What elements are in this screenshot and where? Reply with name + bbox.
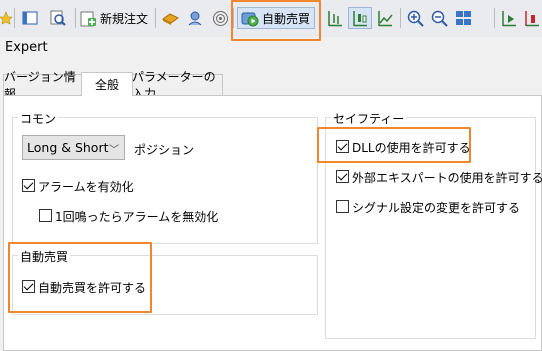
allow-signal-changes-checkbox[interactable] — [336, 200, 349, 213]
allow-external-experts-checkbox[interactable] — [336, 170, 349, 183]
bar-chart-icon[interactable] — [324, 7, 346, 29]
line-chart-icon[interactable] — [374, 7, 396, 29]
position-label: ポジション — [134, 143, 195, 157]
zoom-out-icon[interactable] — [428, 7, 450, 29]
allow-autotrading-checkbox[interactable] — [22, 280, 35, 293]
disable-alert-once-label[interactable]: 1回鳴ったらアラームを無効化 — [55, 208, 218, 225]
tab-input-parameters[interactable]: パラメーターの入力 — [131, 70, 223, 101]
shift-icon[interactable] — [522, 7, 542, 29]
position-dropdown[interactable]: Long & Short ﹀ — [22, 135, 125, 160]
tab-general[interactable]: 全般 — [81, 72, 133, 96]
allow-autotrading-label[interactable]: 自動売買を許可する — [38, 279, 146, 296]
allow-dll-checkbox[interactable] — [336, 140, 349, 153]
disable-alert-once-checkbox[interactable] — [39, 209, 52, 222]
window-icon[interactable] — [19, 7, 41, 29]
allow-dll-label[interactable]: DLLの使用を許可する — [352, 139, 471, 156]
safety-group-title: セイフティー — [331, 110, 407, 127]
signal-icon[interactable] — [184, 7, 206, 29]
candle-chart-icon[interactable] — [348, 7, 372, 29]
scroll-icon[interactable] — [498, 7, 520, 29]
new-order-icon — [80, 11, 96, 26]
autotrading-button[interactable]: 自動売買 — [237, 7, 315, 29]
zoom-in-icon[interactable] — [404, 7, 426, 29]
enable-alerts-label[interactable]: アラームを有効化 — [38, 178, 134, 195]
allow-external-experts-label[interactable]: 外部エキスパートの使用を許可する — [352, 169, 542, 186]
new-order-label: 新規注文 — [100, 11, 149, 26]
new-order-button[interactable]: 新規注文 — [80, 7, 152, 29]
tile-icon[interactable] — [452, 7, 474, 29]
autotrading-group-title: 自動売買 — [18, 248, 71, 265]
tab-label: 全般 — [94, 78, 119, 92]
toolbar: 新規注文 自動売買 — [0, 0, 542, 38]
autotrading-icon — [241, 12, 259, 26]
window-title: Expert — [5, 40, 48, 55]
allow-signal-changes-label[interactable]: シグナル設定の変更を許可する — [352, 199, 520, 216]
common-group-title: コモン — [18, 110, 59, 127]
position-dropdown-value: Long & Short — [27, 140, 109, 155]
tab-version-info[interactable]: バージョン情報 — [3, 70, 83, 101]
search-chart-icon[interactable] — [47, 7, 69, 29]
enable-alerts-checkbox[interactable] — [22, 179, 35, 192]
chevron-down-icon: ﹀ — [109, 145, 119, 156]
autotrading-label: 自動売買 — [262, 11, 311, 26]
star-icon[interactable] — [0, 7, 12, 29]
chart-gold-icon[interactable] — [159, 7, 181, 29]
radar-icon[interactable] — [209, 7, 231, 29]
